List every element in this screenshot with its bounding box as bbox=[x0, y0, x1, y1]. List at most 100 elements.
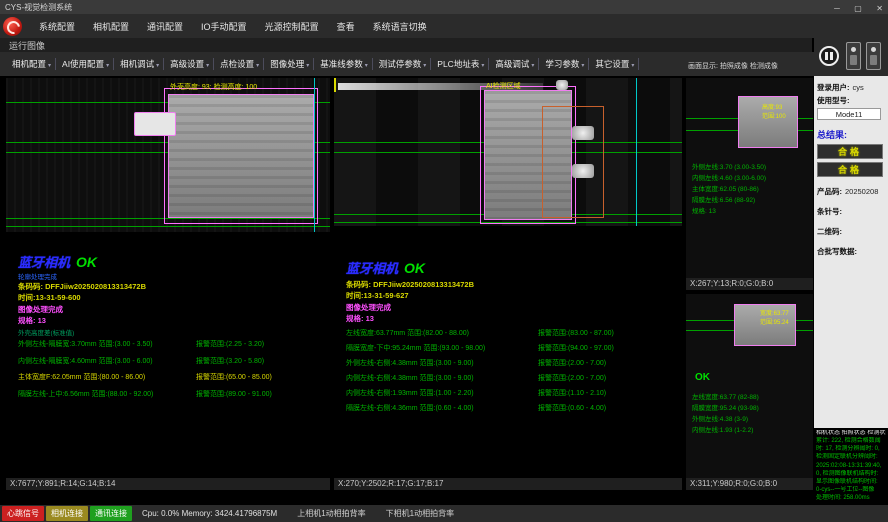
toolbar-item[interactable]: 高级调试▾ bbox=[489, 58, 539, 70]
measurement-row: 左线宽度:63.77mm 范围:(82.00 - 88.00)报警范围:(83.… bbox=[346, 326, 680, 341]
measurement-row: 主体宽度F:62.05mm 范围:(80.00 - 86.00)报警范围:(65… bbox=[18, 370, 328, 387]
thumbnail-image[interactable]: 宽度:63.77 范围:95.24 OK 左线宽度:63.77 (82-88)隔… bbox=[686, 294, 813, 478]
mini-measure-text: 高度:93 bbox=[762, 102, 782, 111]
camera-toggle-2-button[interactable] bbox=[866, 42, 881, 70]
menu-item[interactable]: IO手动配置 bbox=[192, 22, 256, 32]
dropdown-icon: ▾ bbox=[206, 63, 209, 69]
menu-item[interactable]: 系统配置 bbox=[30, 22, 84, 32]
stats-line: 时: 17, 检测分辨阈时: 0, bbox=[816, 445, 886, 453]
measurement-row: 内侧左线-隔膜宽:4.60mm 范围:(3.00 - 6.00)报警范围:(3.… bbox=[18, 354, 328, 371]
mini-measure-text: 宽度:63.77 bbox=[760, 308, 789, 317]
toolbar-item[interactable]: 相机配置▾ bbox=[6, 58, 56, 70]
menu-items: 系统配置相机配置通讯配置IO手动配置光源控制配置查看系统语言切换 bbox=[30, 17, 436, 35]
measure-line: 内侧左线:4.60 (3.00-6.00) bbox=[692, 173, 766, 184]
stats-line: 处理时间: 258.00ms bbox=[816, 494, 886, 502]
toolbar-item[interactable]: 学习参数▾ bbox=[539, 58, 589, 70]
toolbar-item[interactable]: AI使用配置▾ bbox=[56, 58, 114, 70]
toolbar-item[interactable]: 测试停参数▾ bbox=[373, 58, 432, 70]
tab-run-image[interactable]: 运行图像 bbox=[0, 41, 45, 51]
cpu-memory-text: Cpu: 0.0% Memory: 3424.41796875M bbox=[142, 509, 277, 518]
left-camera-image[interactable]: 外壳高度: 93; 检测高度: 100 bbox=[6, 78, 330, 232]
menu-item[interactable]: 通讯配置 bbox=[138, 22, 192, 32]
result-ok: OK bbox=[695, 372, 710, 383]
measurement-row: 隔膜左线-上中:6.56mm 范围:(88.00 - 92.00)报警范围:(8… bbox=[18, 387, 328, 404]
stats-line: 检测固定联机分辨阈时: bbox=[816, 453, 886, 461]
middle-camera-image[interactable]: AI检测区域 bbox=[334, 78, 682, 226]
thumbnail-image[interactable]: 高度:93 范围:100 外侧左线:3.70 (3.00-3.50)内侧左线:4… bbox=[686, 78, 813, 278]
toolbar-item[interactable]: 点检设置▾ bbox=[214, 58, 264, 70]
result-ok: OK bbox=[76, 254, 97, 270]
minimize-button[interactable]: ─ bbox=[834, 4, 840, 13]
status-chip: 通讯连接 bbox=[90, 506, 132, 521]
product-code-label: 产品码: bbox=[817, 186, 842, 197]
menu-item[interactable]: 系统语言切换 bbox=[364, 22, 436, 32]
camera-result-title: 蓝牙相机OK bbox=[18, 252, 97, 272]
mini-measure-text: 范围:100 bbox=[762, 111, 786, 120]
model-value-field[interactable]: Mode11 bbox=[817, 108, 881, 120]
menu-item[interactable]: 查看 bbox=[328, 22, 364, 32]
status-chip: 心跳信号 bbox=[2, 506, 44, 521]
dropdown-icon: ▾ bbox=[365, 63, 368, 69]
maximize-button[interactable]: ▢ bbox=[854, 4, 862, 13]
mini-measure-text: 范围:95.24 bbox=[760, 317, 789, 326]
upper-camera-rate-text: 上相机1动相拍背率 bbox=[297, 508, 365, 519]
right-top-thumbnail-view[interactable]: 高度:93 范围:100 外侧左线:3.70 (3.00-3.50)内侧左线:4… bbox=[686, 78, 813, 290]
middle-camera-view[interactable]: AI检测区域 蓝牙相机OK 条码码: DFFJiiw20250208133134… bbox=[334, 78, 682, 490]
result-box-2: 合格 bbox=[817, 162, 883, 177]
stats-line: 0-cys--一号工位--图像 bbox=[816, 486, 886, 494]
app-logo-icon bbox=[3, 17, 22, 36]
result-ok: OK bbox=[404, 260, 425, 276]
toolbar-item[interactable]: 图像处理▾ bbox=[264, 58, 314, 70]
measurement-rows: 左线宽度:63.77mm 范围:(82.00 - 88.00)报警范围:(83.… bbox=[346, 326, 680, 416]
side-panel: 登录用户: cys 使用型号: Mode11 总结果: 合格 合格 产品码: 2… bbox=[814, 76, 888, 428]
mini-measure-lines: 左线宽度:63.77 (82-88)隔膜宽度:95.24 (93-98)外侧左线… bbox=[692, 392, 759, 436]
toolbar-item[interactable]: 高级设置▾ bbox=[164, 58, 214, 70]
toolbar-item[interactable]: 基准线参数▾ bbox=[314, 58, 373, 70]
measurement-row: 内侧左线-右侧:1.93mm 范围:(1.00 - 2.20)报警范围:(1.1… bbox=[346, 386, 680, 401]
menu-item[interactable]: 相机配置 bbox=[84, 22, 138, 32]
pause-button[interactable] bbox=[819, 46, 839, 66]
overlay-measure-text: 外壳高度: 93; 检测高度: 100 bbox=[170, 82, 257, 92]
result-box-1: 合格 bbox=[817, 144, 883, 159]
measurement-row: 外侧左线-右侧:4.38mm 范围:(3.00 - 9.00)报警范围:(2.0… bbox=[346, 356, 680, 371]
measure-line: 隔膜左线:6.56 (88-92) bbox=[692, 195, 766, 206]
toolbar-items: 相机配置▾AI使用配置▾相机调试▾高级设置▾点检设置▾图像处理▾基准线参数▾测试… bbox=[6, 58, 639, 70]
time-text: 时间:13-31-59-627 bbox=[346, 290, 409, 301]
measurement-row: 外侧左线-隔膜宽:3.70mm 范围:(3.00 - 3.50)报警范围:(2.… bbox=[18, 337, 328, 354]
stats-lines: 累计: 222, 检测合格数阈时: 17, 检测分辨阈时: 0,检测固定联机分辨… bbox=[816, 437, 886, 503]
barcode-text: 条码码: DFFJiiw2025020813313472B bbox=[18, 281, 146, 292]
toolbar-item[interactable]: PLC地址表▾ bbox=[431, 58, 489, 70]
menu-item[interactable]: 光源控制配置 bbox=[256, 22, 328, 32]
login-user-value: cys bbox=[853, 83, 864, 92]
measure-line: 规格: 13 bbox=[692, 206, 766, 217]
measure-line: 外侧左线:4.38 (3-9) bbox=[692, 414, 759, 425]
measurement-rows: 外侧左线-隔膜宽:3.70mm 范围:(3.00 - 3.50)报警范围:(2.… bbox=[18, 337, 328, 403]
bright-feature bbox=[572, 126, 594, 140]
camera-result-title: 蓝牙相机 OK bbox=[346, 258, 425, 278]
time-text: 时间:13-31-59-600 bbox=[18, 292, 81, 303]
bright-feature bbox=[572, 164, 594, 178]
measure-line: 主体宽度:62.05 (80-86) bbox=[692, 184, 766, 195]
status-chips: 心跳信号相机连接通讯连接 bbox=[2, 506, 134, 521]
ai-roi-rect bbox=[542, 106, 604, 218]
camera-control-strip bbox=[814, 38, 888, 76]
close-button[interactable]: ✕ bbox=[876, 4, 883, 13]
right-bottom-thumbnail-view[interactable]: 宽度:63.77 范围:95.24 OK 左线宽度:63.77 (82-88)隔… bbox=[686, 294, 813, 490]
dropdown-icon: ▾ bbox=[256, 63, 259, 69]
measure-line: 内侧左线:1.93 (1-2.2) bbox=[692, 425, 759, 436]
measure-line: 左线宽度:63.77 (82-88) bbox=[692, 392, 759, 403]
dropdown-icon: ▾ bbox=[423, 63, 426, 69]
camera-name: 蓝牙相机 bbox=[346, 261, 398, 276]
left-camera-view[interactable]: 外壳高度: 93; 检测高度: 100 蓝牙相机OK 轮廓处理完成 条码码: D… bbox=[6, 78, 330, 490]
measure-line: 外侧左线:3.70 (3.00-3.50) bbox=[692, 162, 766, 173]
pixel-coords-bar: X:270;Y:2502;R:17;G:17;B:17 bbox=[334, 478, 682, 490]
stats-panel: 相机状态 拍照状态 检测状态 累计: 222, 检测合格数阈时: 17, 检测分… bbox=[814, 428, 888, 505]
menubar: 系统配置相机配置通讯配置IO手动配置光源控制配置查看系统语言切换 bbox=[0, 14, 888, 38]
toolbar-item[interactable]: 其它设置▾ bbox=[589, 58, 639, 70]
login-user-label: 登录用户: bbox=[817, 82, 850, 93]
dropdown-icon: ▾ bbox=[156, 63, 159, 69]
toolbar-item[interactable]: 相机调试▾ bbox=[114, 58, 164, 70]
pixel-coords-bar: X:267;Y:13;R:0;G:0;B:0 bbox=[686, 278, 813, 290]
window-title: CYS-视觉检测系统 bbox=[5, 2, 72, 13]
camera-toggle-1-button[interactable] bbox=[846, 42, 861, 70]
